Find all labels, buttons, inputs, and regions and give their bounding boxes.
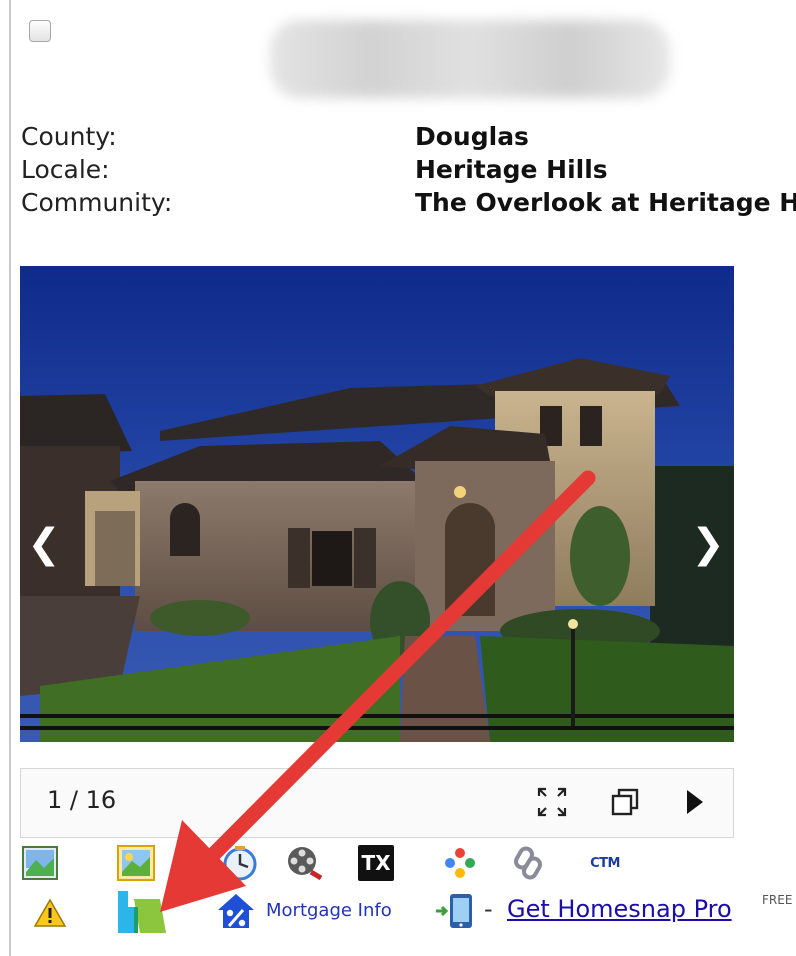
chain-link-icon[interactable] bbox=[508, 843, 548, 883]
county-label: County: bbox=[21, 122, 117, 151]
photo-counter: 1 / 16 bbox=[47, 786, 117, 814]
tx-label: TX bbox=[358, 845, 394, 881]
popout-icon[interactable] bbox=[607, 784, 643, 820]
locale-label: Locale: bbox=[21, 155, 110, 184]
texas-tx-icon[interactable]: TX bbox=[356, 843, 396, 883]
mobile-app-icon[interactable] bbox=[434, 891, 480, 931]
film-reel-icon[interactable] bbox=[284, 843, 324, 883]
clock-icon[interactable] bbox=[220, 843, 260, 883]
ctm-label: CTM bbox=[590, 855, 620, 871]
ctm-icon[interactable]: CTM bbox=[580, 843, 630, 883]
county-value: Douglas bbox=[415, 122, 529, 151]
locale-value: Heritage Hills bbox=[415, 155, 608, 184]
listing-photo[interactable] bbox=[20, 266, 734, 742]
house-photo-illustration bbox=[20, 266, 734, 742]
fullscreen-icon[interactable] bbox=[534, 784, 570, 820]
mortgage-info-link[interactable]: Mortgage Info bbox=[266, 900, 392, 921]
photo-gallery-icon[interactable] bbox=[20, 843, 60, 883]
warning-icon[interactable] bbox=[30, 893, 70, 933]
community-label: Community: bbox=[21, 188, 173, 217]
slideshow-play-icon[interactable] bbox=[676, 784, 712, 820]
info-clip: County: Douglas Locale: Heritage Hills C… bbox=[0, 0, 796, 225]
mortgage-percent-icon[interactable] bbox=[216, 891, 256, 931]
next-photo-button[interactable]: ❯ bbox=[688, 519, 728, 569]
prev-photo-button[interactable]: ❮ bbox=[24, 519, 64, 569]
free-badge: FREE bbox=[762, 893, 793, 907]
picture-icon[interactable] bbox=[116, 843, 156, 883]
separator-dash: - bbox=[484, 895, 493, 923]
google-maps-pin-icon[interactable] bbox=[440, 843, 480, 883]
homesnap-logo-icon[interactable] bbox=[114, 885, 170, 937]
get-homesnap-pro-link[interactable]: Get Homesnap Pro bbox=[507, 895, 732, 923]
community-value: The Overlook at Heritage Hills bbox=[415, 188, 796, 217]
